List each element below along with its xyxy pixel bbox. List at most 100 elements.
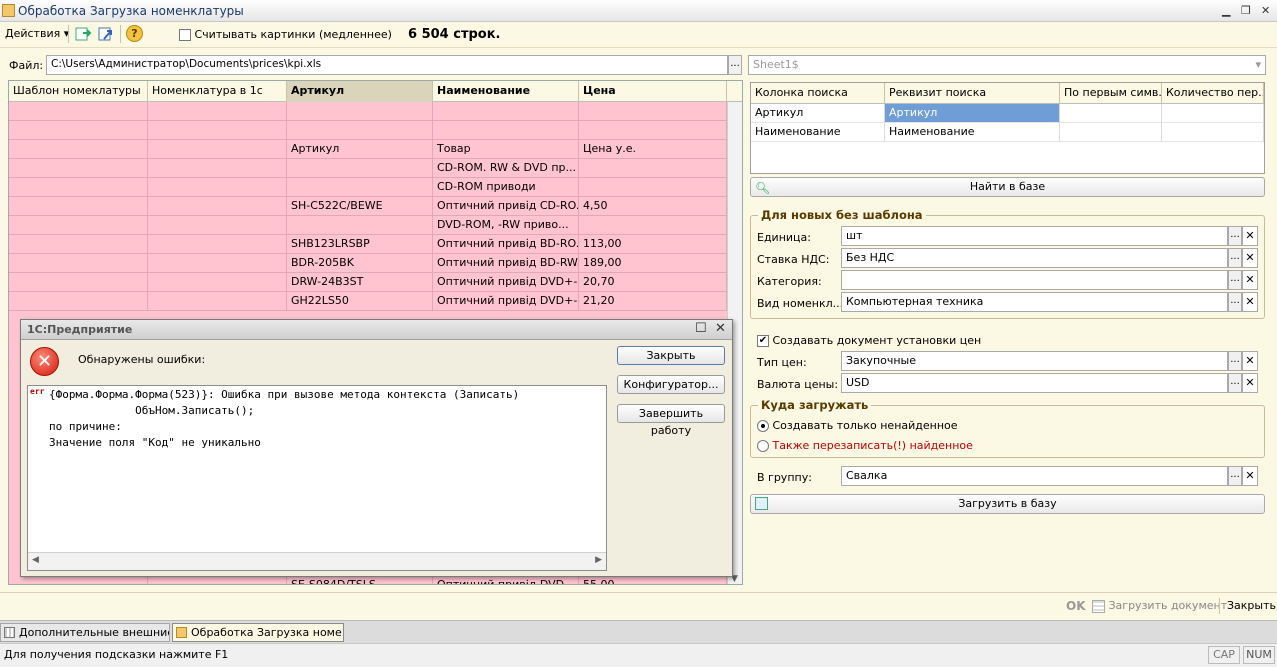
close-button[interactable]: Закрыть (1227, 599, 1276, 612)
table-cell (9, 178, 148, 197)
vat-select-button[interactable]: ... (1228, 248, 1242, 268)
table-row[interactable] (9, 102, 742, 121)
search-cell[interactable]: Наименование (885, 123, 1060, 142)
search-table[interactable]: Колонка поиска Реквизит поиска По первым… (750, 82, 1265, 174)
file-path-input[interactable]: C:\Users\Администратор\Documents\prices\… (46, 55, 728, 75)
search-cell[interactable] (1162, 104, 1264, 123)
table-cell (287, 159, 433, 178)
ok-button[interactable]: OK (1066, 599, 1086, 613)
table-cell (9, 159, 148, 178)
create-price-doc-checkbox[interactable]: ✔ Создавать документ установки цен (757, 334, 981, 347)
search-cell[interactable] (1060, 123, 1162, 142)
table-cell (9, 197, 148, 216)
table-row[interactable]: CD-ROM приводи (9, 178, 742, 197)
find-in-base-button[interactable]: 🔍︎ Найти в базе (750, 177, 1265, 197)
tab-load-nomenclature[interactable]: Обработка Загрузка номе... (172, 623, 344, 642)
table-row[interactable]: SH-C522C/BEWE Оптичний привід CD-RO... 4,5… (9, 197, 742, 216)
table-row[interactable]: SHB123LRSBP Оптичний привід BD-RO... 113,0… (9, 235, 742, 254)
to-group-select-button[interactable]: ... (1228, 466, 1242, 486)
currency-select-button[interactable]: ... (1228, 373, 1242, 393)
chevron-left-icon[interactable]: ◀ (32, 555, 39, 565)
column-header[interactable]: Номенклатура в 1с (148, 81, 287, 102)
check-icon: ✔ (757, 335, 769, 347)
horizontal-scrollbar[interactable]: ◀ ▶ (28, 552, 606, 570)
minimize-icon[interactable]: ▁ (1222, 4, 1230, 17)
configurator-button[interactable]: Конфигуратор... (617, 375, 725, 394)
restore-icon[interactable]: ❐ (1241, 4, 1251, 17)
table-row[interactable]: CD-ROM. RW & DVD пр... (9, 159, 742, 178)
search-cell[interactable]: Артикул (751, 104, 885, 123)
actions-menu[interactable]: Действия ▾ (5, 27, 69, 40)
to-group-clear-button[interactable]: ✕ (1242, 466, 1258, 486)
search-cell-selected[interactable]: Артикул (885, 104, 1060, 123)
item-kind-select-button[interactable]: ... (1228, 292, 1242, 312)
exit-button[interactable]: Завершить работу (617, 404, 725, 437)
help-icon[interactable]: ? (126, 25, 143, 42)
column-header[interactable]: По первым симв... (1060, 83, 1162, 104)
table-cell: Товар (433, 140, 579, 159)
close-icon[interactable]: ✕ (715, 321, 726, 336)
load-document-button[interactable]: Загрузить документ (1092, 599, 1227, 613)
maximize-icon[interactable]: ☐ (695, 321, 707, 336)
unit-field[interactable]: шт (841, 226, 1228, 246)
to-group-field[interactable]: Свалка (841, 466, 1228, 486)
column-header[interactable]: Наименование (433, 81, 579, 102)
file-label: Файл: (9, 59, 44, 72)
item-kind-clear-button[interactable]: ✕ (1242, 292, 1258, 312)
search-cell[interactable]: Наименование (751, 123, 885, 142)
table-cell (579, 102, 727, 121)
error-message-box[interactable]: err {Форма.Форма.Форма(523)}: Ошибка при… (27, 385, 607, 571)
status-hint: Для получения подсказки нажмите F1 (4, 648, 229, 661)
table-row[interactable]: BDR-205BK Оптичний привід BD-RW... 189,00 (9, 254, 742, 273)
table-row[interactable]: Артикул Товар Цена у.е. (9, 140, 742, 159)
file-browse-button[interactable]: ... (728, 55, 742, 75)
price-type-clear-button[interactable]: ✕ (1242, 351, 1258, 371)
table-row[interactable]: DVD-ROM, -RW приво... (9, 216, 742, 235)
currency-field[interactable]: USD (841, 373, 1228, 393)
unit-select-button[interactable]: ... (1228, 226, 1242, 246)
table-row[interactable]: GH22LS50 Оптичний привід DVD+-... 21,20 (9, 292, 742, 311)
table-cell: 189,00 (579, 254, 727, 273)
table-cell: GH22LS50 (287, 292, 433, 311)
table-cell (287, 216, 433, 235)
separator (120, 25, 121, 43)
table-row[interactable] (9, 121, 742, 140)
search-cell[interactable] (1162, 123, 1264, 142)
price-type-field[interactable]: Закупочные (841, 351, 1228, 371)
category-clear-button[interactable]: ✕ (1242, 270, 1258, 290)
table-cell (148, 197, 287, 216)
currency-clear-button[interactable]: ✕ (1242, 373, 1258, 393)
export-icon[interactable] (97, 25, 115, 43)
sheet-select[interactable]: Sheet1$ ▾ (748, 55, 1266, 75)
vat-field[interactable]: Без НДС (841, 248, 1228, 268)
vat-clear-button[interactable]: ✕ (1242, 248, 1258, 268)
category-select-button[interactable]: ... (1228, 270, 1242, 290)
import-icon[interactable] (74, 25, 92, 43)
table-row[interactable]: DRW-24B3ST Оптичний привід DVD+-... 20,70 (9, 273, 742, 292)
dialog-title-bar: 1С:Предприятие ☐ ✕ (21, 320, 732, 340)
column-header[interactable]: Колонка поиска (751, 83, 885, 104)
num-indicator: NUM (1243, 646, 1275, 664)
radio-overwrite-found[interactable]: Также перезаписать(!) найденное (757, 439, 973, 452)
load-pictures-checkbox[interactable]: Считывать картинки (медленнее) (179, 28, 392, 41)
tab-additional-external[interactable]: Дополнительные внешние ... (0, 623, 170, 642)
cap-indicator: CAP (1208, 646, 1240, 664)
column-header[interactable]: Артикул (287, 81, 433, 102)
table-row[interactable]: SE-S084D/TSLS Оптичний привід DVD... 55,… (9, 576, 742, 584)
dialog-close-button[interactable]: Закрыть (617, 346, 725, 365)
item-kind-field[interactable]: Компьютерная техника (841, 292, 1228, 312)
column-header[interactable]: Количество пер... (1162, 83, 1264, 104)
chevron-right-icon[interactable]: ▶ (595, 555, 602, 565)
column-header[interactable]: Цена (579, 81, 727, 102)
category-field[interactable] (841, 270, 1228, 290)
close-icon[interactable]: ✕ (1261, 4, 1270, 17)
search-cell[interactable] (1060, 104, 1162, 123)
radio-icon (757, 440, 769, 452)
table-cell: SH-C522C/BEWE (287, 197, 433, 216)
load-to-base-button[interactable]: Загрузить в базу (750, 494, 1265, 514)
column-header[interactable]: Шаблон номеклатуры (9, 81, 148, 102)
radio-create-missing[interactable]: Создавать только ненайденное (757, 419, 958, 432)
column-header[interactable]: Реквизит поиска (885, 83, 1060, 104)
unit-clear-button[interactable]: ✕ (1242, 226, 1258, 246)
price-type-select-button[interactable]: ... (1228, 351, 1242, 371)
